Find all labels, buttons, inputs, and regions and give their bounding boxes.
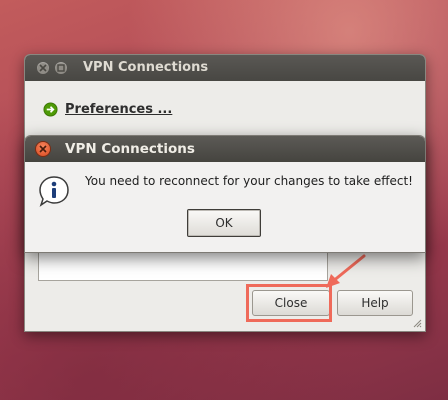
dialog-message: You need to reconnect for your changes t…	[85, 174, 413, 188]
maximize-icon	[57, 64, 65, 72]
dialog-close-button[interactable]	[36, 142, 50, 156]
resize-grip[interactable]	[412, 318, 422, 328]
dialog-title: VPN Connections	[65, 141, 195, 157]
reconnect-dialog: VPN Connections You need to reconnect fo…	[24, 135, 426, 253]
info-icon	[39, 176, 69, 207]
preferences-label: Preferences ...	[65, 102, 173, 117]
dialog-titlebar[interactable]: VPN Connections	[25, 136, 425, 162]
go-forward-icon	[43, 102, 58, 117]
window-close-button[interactable]	[37, 62, 49, 74]
close-icon	[39, 64, 47, 72]
window-titlebar[interactable]: VPN Connections	[25, 55, 425, 81]
window-title: VPN Connections	[83, 60, 209, 75]
help-button[interactable]: Help	[337, 290, 413, 316]
preferences-link[interactable]: Preferences ...	[43, 102, 172, 117]
window-maximize-button[interactable]	[55, 62, 67, 74]
arrow-icon	[326, 254, 366, 288]
close-icon	[39, 145, 47, 153]
ok-button[interactable]: OK	[187, 209, 261, 237]
